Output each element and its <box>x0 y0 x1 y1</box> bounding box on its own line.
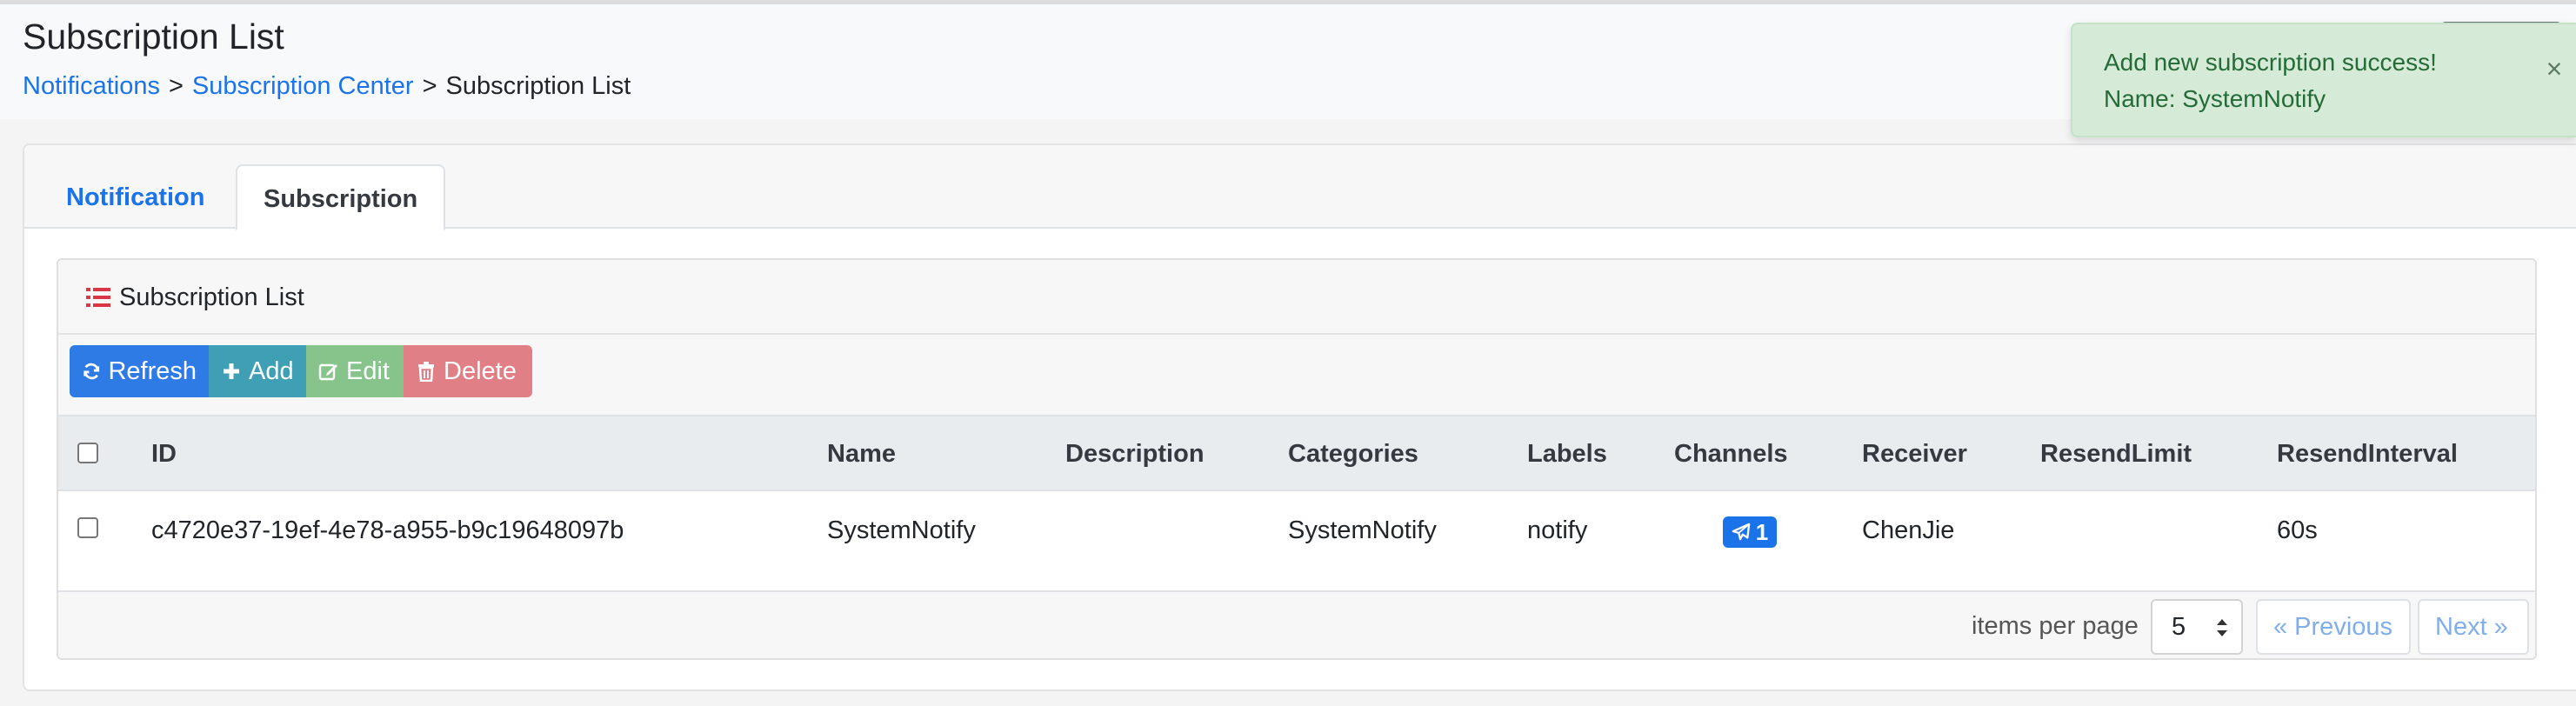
trash-icon <box>418 362 434 382</box>
channels-badge[interactable]: 1 <box>1723 516 1777 548</box>
column-header-categories[interactable]: Categories <box>1288 440 1418 469</box>
breadcrumb-notifications[interactable]: Notifications <box>23 72 160 100</box>
breadcrumb-separator: > <box>168 72 184 100</box>
table-row[interactable]: c4720e37-19ef-4e78-a955-b9c19648097b Sys… <box>58 491 2535 592</box>
breadcrumb: Notifications > Subscription Center > Subscr… <box>23 72 631 101</box>
refresh-button[interactable]: Refresh <box>70 345 209 397</box>
breadcrumb-subscription-center[interactable]: Subscription Center <box>192 72 414 100</box>
items-per-page-label: items per page <box>1972 612 2139 640</box>
items-per-page-value: 5 <box>2172 613 2186 641</box>
toast-message: Add new subscription success! <box>2104 49 2437 76</box>
toolbar: Refresh Add Edit Delete <box>58 335 2535 415</box>
content-card: Notification Subscription Subscription L… <box>23 143 2576 691</box>
refresh-label: Refresh <box>108 356 197 385</box>
tab-notification[interactable]: Notification <box>40 164 231 230</box>
panel-header: Subscription List <box>58 260 2535 335</box>
breadcrumb-separator: > <box>422 72 437 100</box>
paper-plane-icon <box>1732 523 1751 541</box>
sort-arrows-icon <box>2217 619 2227 636</box>
channels-count: 1 <box>1755 518 1769 545</box>
toast-detail: Name: SystemNotify <box>2104 85 2326 112</box>
plus-icon <box>224 363 239 379</box>
select-all-checkbox[interactable] <box>77 443 98 463</box>
tabs-bar: Notification Subscription <box>24 145 2576 230</box>
column-header-resend-limit[interactable]: ResendLimit <box>2040 440 2192 469</box>
edit-icon <box>318 363 337 381</box>
column-header-id[interactable]: ID <box>151 440 177 469</box>
column-header-description[interactable]: Description <box>1065 440 1205 469</box>
next-page-button[interactable]: Next » <box>2418 599 2529 655</box>
add-label: Add <box>249 356 294 385</box>
table-header: ID Name Description Categories Labels Ch… <box>58 415 2535 491</box>
add-button[interactable]: Add <box>209 345 306 397</box>
list-icon <box>86 288 110 307</box>
refresh-icon <box>83 363 100 380</box>
edit-button[interactable]: Edit <box>306 345 404 397</box>
cell-labels: notify <box>1527 516 1588 544</box>
column-header-resend-interval[interactable]: ResendInterval <box>2277 440 2458 469</box>
close-icon[interactable]: × <box>2541 55 2567 83</box>
row-checkbox[interactable] <box>77 517 98 538</box>
delete-label: Delete <box>444 356 517 385</box>
subscription-panel: Subscription List Refresh Add Edit Delet… <box>57 258 2537 660</box>
page-title: Subscription List <box>23 17 284 57</box>
edit-label: Edit <box>346 356 390 385</box>
column-header-receiver[interactable]: Receiver <box>1862 440 1967 469</box>
delete-button[interactable]: Delete <box>404 345 532 397</box>
column-header-labels[interactable]: Labels <box>1527 440 1607 469</box>
cell-id: c4720e37-19ef-4e78-a955-b9c19648097b <box>151 516 624 544</box>
breadcrumb-current: Subscription List <box>445 72 631 100</box>
previous-page-button[interactable]: « Previous <box>2256 599 2411 655</box>
cell-receiver: ChenJie <box>1862 516 1955 544</box>
cell-name: SystemNotify <box>827 516 976 544</box>
column-header-channels[interactable]: Channels <box>1674 440 1788 469</box>
column-header-name[interactable]: Name <box>827 440 896 469</box>
success-toast: Add new subscription success! Name: Syst… <box>2071 23 2576 137</box>
tab-subscription[interactable]: Subscription <box>236 164 446 230</box>
cell-resend-interval: 60s <box>2277 516 2318 544</box>
pagination-bar: items per page 5 « Previous Next » <box>58 592 2535 658</box>
panel-title: Subscription List <box>119 283 304 311</box>
items-per-page-select[interactable]: 5 <box>2151 599 2243 655</box>
cell-categories: SystemNotify <box>1288 516 1437 544</box>
